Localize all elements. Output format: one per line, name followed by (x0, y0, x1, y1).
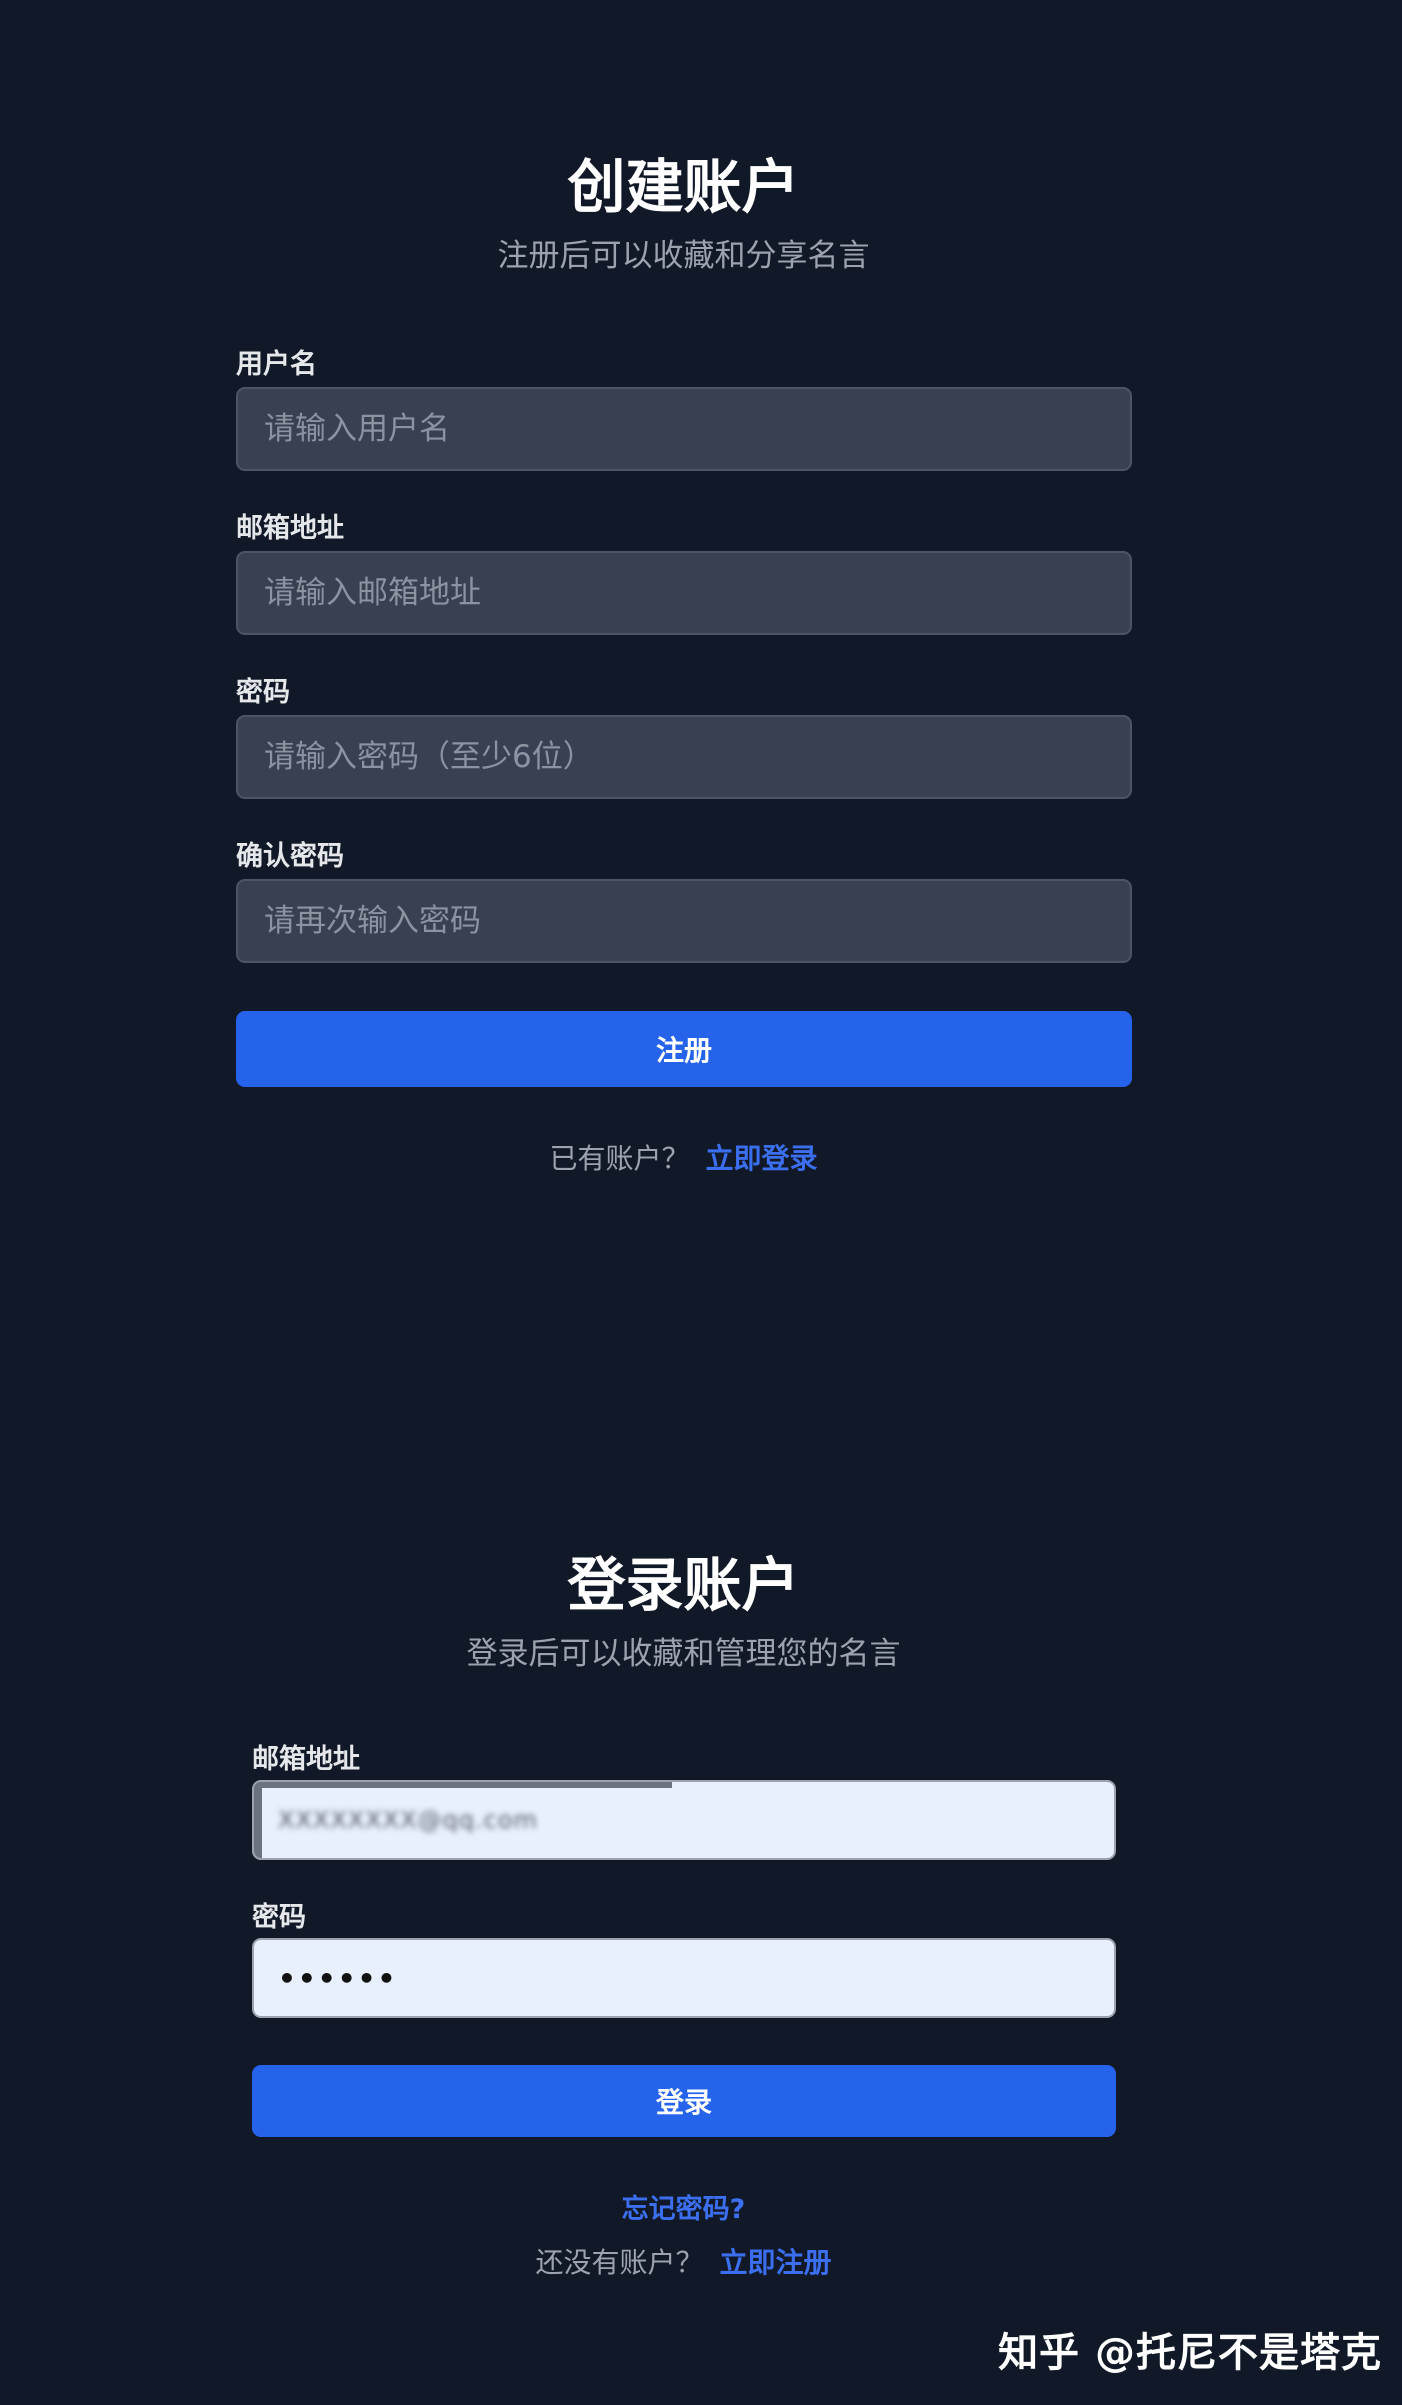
register-button-label: 注册 (655, 1034, 712, 1067)
register-email-label: 邮箱地址 (236, 513, 344, 544)
login-title: 登录账户 (567, 1551, 800, 1619)
login-switch-prompt: 已有账户？ (549, 1142, 690, 1175)
login-switch-row: 已有账户？ 立即登录 (0, 1137, 1367, 1177)
forgot-password-link[interactable]: 忘记密码? (622, 2194, 746, 2225)
autofill-edge (254, 1782, 262, 1858)
login-now-link[interactable]: 立即登录 (706, 1142, 818, 1175)
register-switch-row: 还没有账户？ 立即注册 (0, 2241, 1367, 2281)
auth-page: 创建账户 注册后可以收藏和分享名言 用户名 邮箱地址 密码 确认密码 注册 已有… (0, 0, 1402, 2405)
login-email-value: XXXXXXXX@qq.com (278, 1806, 538, 1834)
register-password-input[interactable] (236, 715, 1132, 799)
watermark-text: 知乎 @托尼不是塔克 (998, 2330, 1382, 2376)
login-password-label: 密码 (252, 1902, 306, 1933)
confirm-password-input[interactable] (236, 879, 1132, 963)
register-subtitle: 注册后可以收藏和分享名言 (497, 238, 870, 274)
register-title: 创建账户 (567, 153, 800, 221)
login-password-input[interactable]: •••••• (252, 1938, 1116, 2018)
login-email-input[interactable]: XXXXXXXX@qq.com (252, 1780, 1116, 1860)
login-password-value: •••••• (278, 1961, 398, 1995)
register-switch-prompt: 还没有账户？ (535, 2246, 704, 2279)
username-input[interactable] (236, 387, 1132, 471)
autofill-highlight (254, 1782, 672, 1788)
register-button[interactable]: 注册 (236, 1011, 1132, 1087)
register-email-input[interactable] (236, 551, 1132, 635)
username-label: 用户名 (236, 349, 317, 380)
login-button[interactable]: 登录 (252, 2065, 1116, 2137)
forgot-password-row: 忘记密码? (0, 2187, 1367, 2226)
register-now-link[interactable]: 立即注册 (720, 2246, 832, 2279)
login-button-label: 登录 (655, 2086, 712, 2119)
login-email-label: 邮箱地址 (252, 1744, 360, 1775)
register-password-label: 密码 (236, 677, 290, 708)
confirm-password-label: 确认密码 (236, 841, 344, 872)
login-subtitle: 登录后可以收藏和管理您的名言 (466, 1636, 901, 1672)
